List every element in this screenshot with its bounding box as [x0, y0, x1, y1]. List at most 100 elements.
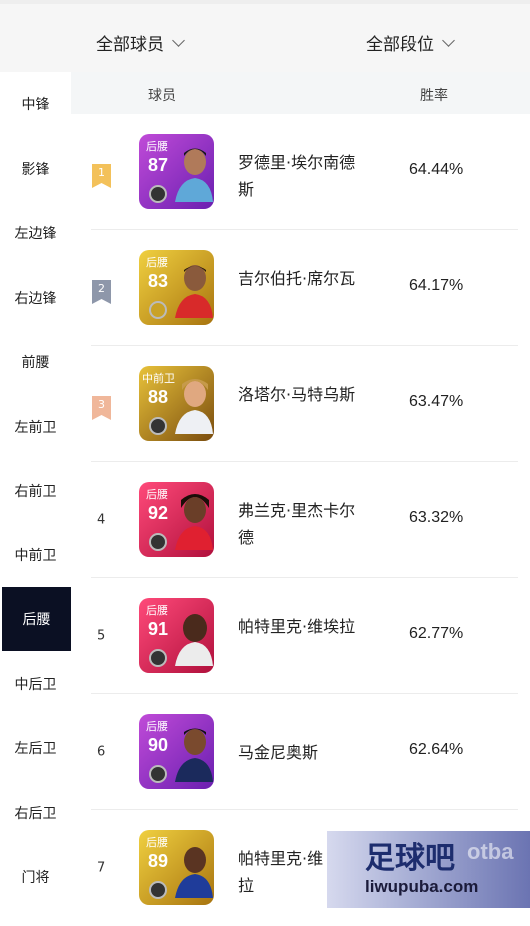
- club-shield-icon: [149, 301, 167, 319]
- card-rating: 91: [148, 619, 169, 639]
- player-card[interactable]: 后腰 87: [139, 134, 214, 209]
- sidebar-item-lb[interactable]: 左后卫: [0, 716, 71, 780]
- club-shield-icon: [149, 765, 167, 783]
- rank-number: 1: [98, 166, 105, 179]
- card-rating: 83: [148, 271, 169, 291]
- club-shield-icon: [149, 417, 167, 435]
- watermark-bg-text: otba: [467, 839, 514, 864]
- ranking-table: 球员 胜率 1 后腰 87 罗德里·埃尔南德斯 64.44% 2 后腰 83 吉…: [71, 72, 530, 908]
- player-card[interactable]: 中前卫 88: [139, 366, 214, 441]
- player-portrait-icon: [175, 728, 213, 782]
- player-card[interactable]: 后腰 89: [139, 830, 214, 905]
- sidebar-item-rwf[interactable]: 右边锋: [0, 266, 71, 330]
- table-row[interactable]: 6 后腰 90 马金尼奥斯 62.64%: [71, 694, 530, 810]
- player-name-line2: 拉: [238, 876, 255, 895]
- player-name: 帕特里克·维埃拉: [238, 617, 356, 636]
- tier-filter-dropdown[interactable]: 全部段位: [366, 30, 455, 55]
- filter-bar: 全部球员 全部段位: [0, 0, 530, 72]
- table-row[interactable]: 3 中前卫 88 洛塔尔·马特乌斯 63.47%: [71, 346, 530, 462]
- player-winrate: 63.32%: [409, 509, 464, 526]
- card-position: 后腰: [146, 604, 168, 617]
- card-rating: 90: [148, 735, 169, 755]
- watermark-title: 足球吧: [365, 841, 455, 876]
- rank-number: 5: [97, 628, 106, 644]
- sidebar-item-label: 左后卫: [14, 741, 57, 757]
- card-rating: 89: [148, 851, 169, 871]
- sidebar-item-lwf[interactable]: 左边锋: [0, 201, 71, 265]
- card-position: 后腰: [146, 256, 168, 269]
- rank-badge: 2: [92, 280, 111, 304]
- player-filter-label: 全部球员: [96, 35, 164, 55]
- player-card[interactable]: 后腰 90: [139, 714, 214, 789]
- rank-badge: 1: [92, 164, 111, 188]
- player-portrait-icon: [175, 847, 213, 898]
- club-shield-icon: [149, 881, 167, 899]
- rank-number: 4: [97, 512, 106, 528]
- player-portrait-icon: [175, 494, 213, 550]
- player-winrate: 62.64%: [409, 741, 464, 758]
- player-card[interactable]: 后腰 92: [139, 482, 214, 557]
- sidebar-item-label: 影锋: [21, 162, 50, 178]
- sidebar-item-label: 中前卫: [14, 548, 57, 564]
- sidebar-item-label: 右后卫: [14, 806, 57, 822]
- player-winrate: 64.17%: [409, 277, 464, 294]
- site-watermark: otba 足球吧 liwupuba.com: [327, 831, 530, 908]
- sidebar-item-label: 中锋: [21, 97, 50, 113]
- sidebar-item-ss[interactable]: 影锋: [0, 137, 71, 201]
- sidebar-item-dmf[interactable]: 后腰: [2, 587, 71, 651]
- card-rating: 88: [148, 387, 169, 407]
- player-portrait-icon: [175, 148, 213, 202]
- player-winrate: 62.77%: [409, 625, 464, 642]
- card-position: 后腰: [146, 140, 168, 153]
- table-row[interactable]: 1 后腰 87 罗德里·埃尔南德斯 64.44%: [71, 114, 530, 230]
- player-card[interactable]: 后腰 91: [139, 598, 214, 673]
- card-position: 后腰: [146, 488, 168, 501]
- sidebar-item-gk[interactable]: 门将: [0, 845, 71, 909]
- player-portrait-icon: [175, 379, 213, 434]
- sidebar-item-cmf[interactable]: 中前卫: [0, 523, 71, 587]
- rank-number: 3: [98, 398, 105, 411]
- player-portrait-icon: [175, 614, 213, 666]
- sidebar-item-label: 右边锋: [14, 291, 57, 307]
- player-card[interactable]: 后腰 83: [139, 250, 214, 325]
- club-shield-icon: [149, 185, 167, 203]
- player-filter-dropdown[interactable]: 全部球员: [96, 30, 185, 55]
- column-header-player: 球员: [148, 88, 176, 104]
- sidebar-item-label: 左前卫: [14, 420, 57, 436]
- player-name-text: 帕特里克·维: [238, 849, 324, 868]
- chevron-down-icon: [442, 33, 455, 47]
- sidebar-item-label: 中后卫: [14, 677, 57, 693]
- sidebar-item-label: 后腰: [22, 612, 51, 628]
- sidebar-item-cb[interactable]: 中后卫: [0, 652, 71, 716]
- player-name: 吉尔伯托·席尔瓦: [238, 269, 356, 288]
- player-name: 罗德里·埃尔南德斯: [238, 153, 356, 199]
- card-position: 中前卫: [142, 372, 175, 385]
- player-winrate: 64.44%: [409, 161, 464, 178]
- rank-number: 7: [97, 860, 106, 876]
- table-row[interactable]: 5 后腰 91 帕特里克·维埃拉 62.77%: [71, 578, 530, 694]
- table-header: 球员 胜率: [71, 72, 530, 114]
- card-position: 后腰: [146, 836, 168, 849]
- card-rating: 92: [148, 503, 169, 523]
- table-row[interactable]: 4 后腰 92 弗兰克·里杰卡尔德 63.32%: [71, 462, 530, 578]
- sidebar-item-amf[interactable]: 前腰: [0, 330, 71, 394]
- sidebar-item-label: 左边锋: [14, 226, 57, 242]
- rank-number: 2: [98, 282, 105, 295]
- sidebar-item-label: 右前卫: [14, 484, 57, 500]
- watermark-url: liwupuba.com: [365, 877, 479, 896]
- player-name: 洛塔尔·马特乌斯: [238, 385, 356, 404]
- rank-number: 6: [97, 744, 106, 760]
- card-position: 后腰: [146, 720, 168, 733]
- position-sidebar: 中锋 影锋 左边锋 右边锋 前腰 左前卫 右前卫 中前卫 后腰 中后卫 左后卫 …: [0, 72, 71, 908]
- player-name: 弗兰克·里杰卡尔德: [238, 501, 356, 547]
- player-name: 马金尼奥斯: [238, 743, 319, 762]
- table-row[interactable]: 2 后腰 83 吉尔伯托·席尔瓦 64.17%: [71, 230, 530, 346]
- sidebar-item-cf[interactable]: 中锋: [0, 72, 71, 136]
- club-shield-icon: [149, 533, 167, 551]
- player-winrate: 63.47%: [409, 393, 464, 410]
- column-header-winrate: 胜率: [420, 88, 448, 104]
- sidebar-item-lmf[interactable]: 左前卫: [0, 395, 71, 459]
- sidebar-item-label: 门将: [21, 870, 50, 886]
- sidebar-item-rb[interactable]: 右后卫: [0, 781, 71, 845]
- sidebar-item-rmf[interactable]: 右前卫: [0, 459, 71, 523]
